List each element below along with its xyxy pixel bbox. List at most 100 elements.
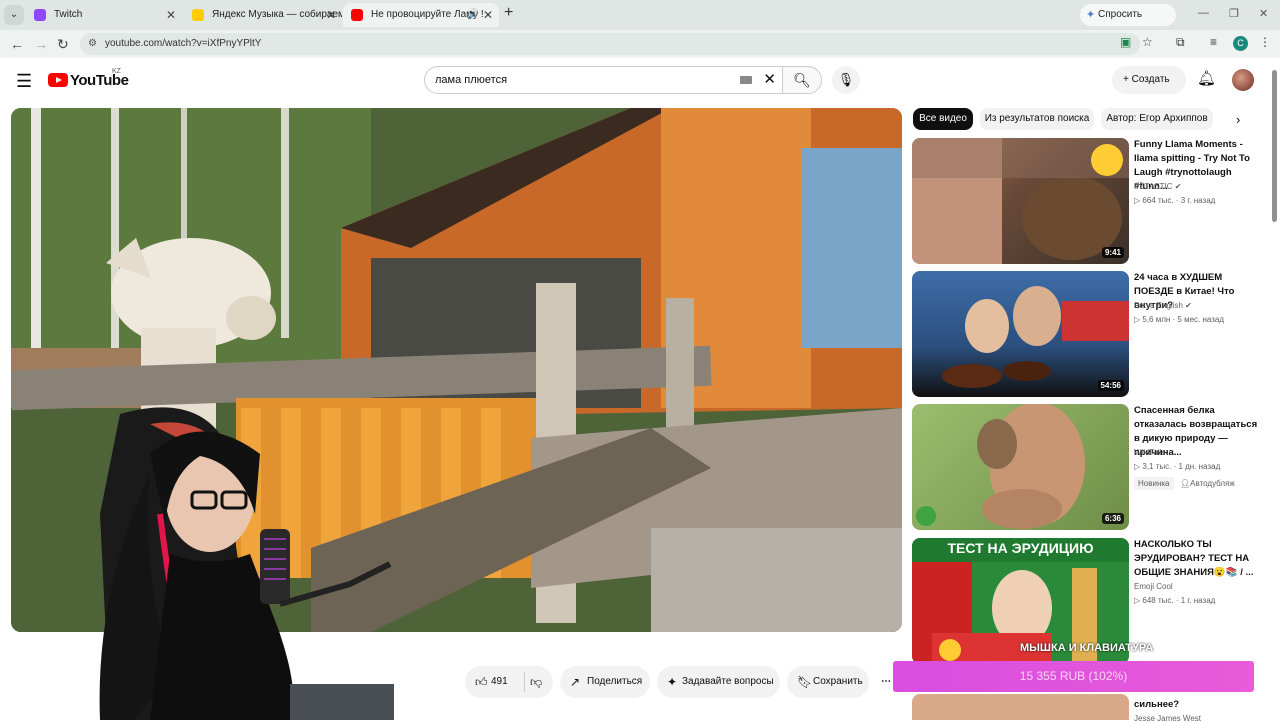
recommendation-item[interactable]: сильнее? Jesse James West <box>912 694 1260 723</box>
dislike-thumbs-down-icon[interactable]: 👎︎ <box>530 666 542 698</box>
chip-all-videos[interactable]: Все видео <box>913 108 973 130</box>
upload-age: 1 г. назад <box>1180 596 1216 605</box>
video-title[interactable]: НАСКОЛЬКО ТЫ ЭРУДИРОВАН? ТЕСТ НА ОБЩИЕ З… <box>1134 538 1260 580</box>
channel-label: WildTails <box>1134 448 1166 457</box>
video-title[interactable]: сильнее? <box>1134 698 1260 712</box>
voice-search-button[interactable]: 🎙 <box>832 66 860 94</box>
browser-tab-twitch[interactable]: Twitch ✕ <box>26 3 182 27</box>
chevron-right-icon[interactable]: › <box>1236 112 1240 127</box>
thumbnail-train-image <box>942 286 1129 388</box>
minimize-icon[interactable]: — <box>1198 7 1209 19</box>
tab-search-dropdown[interactable]: ⌄ <box>4 5 24 25</box>
notifications-bell-icon[interactable]: 🔔︎ <box>1197 69 1216 87</box>
channel-label: Petya English <box>1134 301 1183 310</box>
channel-name[interactable]: PETASTIC ✔ <box>1134 182 1181 191</box>
ask-gemini-button[interactable]: ✦ Спросить Gemini <box>1080 4 1176 42</box>
video-thumbnail[interactable]: 9:41 <box>912 138 1129 264</box>
video-meta: ▷ 3,1 тыс. · 1 дн. назад <box>1134 462 1221 471</box>
channel-name[interactable]: Emoji Cool <box>1134 582 1173 591</box>
recommendation-item[interactable]: 54:56 24 часа в ХУДШЕМ ПОЕЗДЕ в Китае! Ч… <box>912 271 1258 397</box>
address-bar[interactable]: ⚙ youtube.com/watch?v=iXfPnyYPltY <box>80 33 1140 55</box>
ask-questions-button[interactable]: ✦ Задавайте вопросы <box>657 666 780 698</box>
scrollbar-thumb[interactable] <box>1272 70 1277 222</box>
save-button[interactable]: 🔖︎ Сохранить <box>787 666 869 698</box>
channel-name[interactable]: WildTails <box>1134 448 1166 457</box>
browser-profile-avatar[interactable]: C <box>1233 36 1248 51</box>
channel-name[interactable]: Petya English ✔ <box>1134 301 1192 310</box>
maximize-icon[interactable]: ❐ <box>1229 7 1239 20</box>
tab-title: Twitch <box>54 9 83 20</box>
like-dislike-group: 👍︎ 491 👎︎ <box>465 666 553 698</box>
clear-search-icon[interactable]: ✕ <box>763 67 776 93</box>
extensions-puzzle-icon[interactable]: ⧉ <box>1176 35 1185 50</box>
auto-dub-badge: 👤︎Автодубляж <box>1178 477 1237 490</box>
site-info-icon[interactable]: ⚙ <box>88 33 97 55</box>
video-thumbnail[interactable]: 54:56 <box>912 271 1129 397</box>
search-input[interactable]: лама плюется ✕ <box>424 66 782 94</box>
close-tab-icon[interactable]: ✕ <box>166 3 176 27</box>
channel-name[interactable]: Jesse James West <box>1134 714 1201 723</box>
view-count: 3,1 тыс. <box>1142 462 1172 471</box>
channel-label: Emoji Cool <box>1134 582 1173 591</box>
thumbnail-llama-image <box>912 138 1129 264</box>
share-arrow-icon: ↗ <box>570 675 581 689</box>
video-duration: 6:36 <box>1101 513 1124 524</box>
chip-from-search[interactable]: Из результатов поиска <box>980 108 1094 130</box>
country-code: KZ <box>112 68 121 75</box>
twitch-favicon-icon <box>34 9 46 21</box>
close-tab-icon[interactable]: ✕ <box>483 3 493 27</box>
keyboard-icon[interactable] <box>740 76 752 84</box>
youtube-header: ☰ YouTube KZ лама плюется ✕ 🔍︎ 🎙 + Созда… <box>0 58 1280 104</box>
translate-extension-icon[interactable]: ▣ <box>1120 35 1131 49</box>
video-meta: ▷ 664 тыс. · 3 г. назад <box>1134 196 1216 205</box>
share-label: Поделиться <box>587 676 643 687</box>
stream-watermark: МЫШКА И КЛАВИАТУРА <box>1020 642 1154 654</box>
share-button[interactable]: ↗ Поделиться <box>560 666 650 698</box>
close-tab-icon[interactable]: ✕ <box>326 3 336 27</box>
gemini-sparkle-icon: ✦ <box>1086 9 1096 21</box>
recommendation-item[interactable]: 9:41 Funny Llama Moments - llama spittin… <box>912 138 1258 264</box>
recommendation-item[interactable]: 6:36 Спасенная белка отказалась возвраща… <box>912 404 1258 530</box>
hamburger-menu-icon[interactable]: ☰ <box>16 71 32 92</box>
url-text: youtube.com/watch?v=iXfPnyYPltY <box>105 38 262 49</box>
search-value: лама плюется <box>435 74 508 86</box>
microphone-icon: 🎙 <box>837 72 855 87</box>
reload-icon[interactable]: ↻ <box>57 36 69 53</box>
person-voice-icon: 👤︎ <box>1180 479 1191 488</box>
bookmark-icon: 🔖︎ <box>797 675 813 689</box>
video-thumbnail[interactable] <box>912 694 1129 720</box>
search-button[interactable]: 🔍︎ <box>782 66 822 94</box>
browser-tab-youtube[interactable]: Не провоцируйте Ламу ! - 🔊 ✕ <box>343 3 499 27</box>
chrome-menu-icon[interactable]: ⋮ <box>1259 35 1271 49</box>
save-label: Сохранить <box>813 676 863 687</box>
upload-age: 1 дн. назад <box>1178 462 1221 471</box>
plus-icon: + <box>1123 74 1132 85</box>
streamer-webcam-overlay <box>0 394 394 720</box>
user-avatar[interactable] <box>1232 69 1254 91</box>
create-button[interactable]: + Создать <box>1112 66 1186 94</box>
thumbnail-headline: ТЕСТ НА ЭРУДИЦИЮ <box>947 540 1094 556</box>
browser-tab-strip: ⌄ Twitch ✕ Яндекс Музыка — собираем м ✕ … <box>0 0 1280 42</box>
donation-goal-text: 15 355 RUB (102%) <box>1019 669 1128 683</box>
browser-toolbar: ← → ↻ ⚙ youtube.com/watch?v=iXfPnyYPltY … <box>0 30 1280 58</box>
view-count: 5,6 млн <box>1142 315 1171 324</box>
close-window-icon[interactable]: ✕ <box>1259 7 1268 20</box>
video-duration: 9:41 <box>1101 247 1124 258</box>
like-count[interactable]: 491 <box>491 666 508 698</box>
sparkle-icon: ✦ <box>667 675 678 689</box>
new-badge: Новинка <box>1134 477 1174 490</box>
browser-tab-yandex-music[interactable]: Яндекс Музыка — собираем м ✕ <box>184 3 342 27</box>
like-thumbs-up-icon[interactable]: 👍︎ <box>475 666 488 698</box>
video-meta: ▷ 648 тыс. · 1 г. назад <box>1134 596 1216 605</box>
video-thumbnail[interactable]: 6:36 <box>912 404 1129 530</box>
speaker-icon[interactable]: 🔊 <box>467 3 479 27</box>
new-tab-button[interactable]: + <box>504 4 513 22</box>
media-controls-icon[interactable]: ≡ <box>1210 35 1217 49</box>
youtube-favicon-icon <box>351 9 363 21</box>
back-icon[interactable]: ← <box>10 36 24 52</box>
bookmark-star-icon[interactable]: ☆ <box>1142 35 1153 49</box>
forward-icon[interactable]: → <box>34 36 48 52</box>
search-icon: 🔍︎ <box>793 72 811 88</box>
chip-author[interactable]: Автор: Егор Архиппов <box>1101 108 1213 130</box>
create-label: Создать <box>1131 74 1170 85</box>
